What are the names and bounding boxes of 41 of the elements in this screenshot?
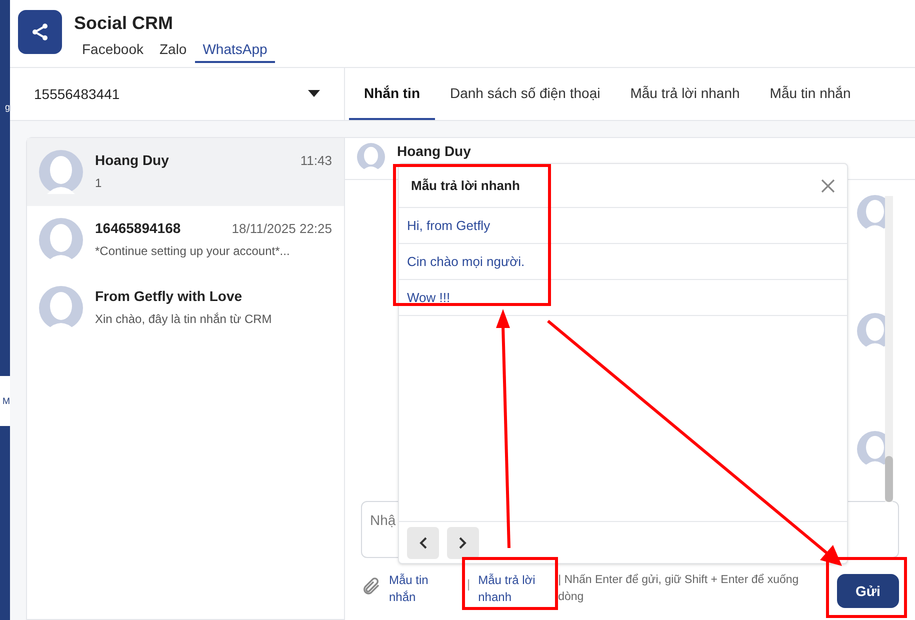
share-icon [30,22,50,42]
sidebar-item[interactable]: M [0,376,10,426]
quick-reply-item[interactable]: Cin chào mọi người. [399,244,847,280]
sidebar-item[interactable]: g [0,82,10,132]
app-title: Social CRM [74,12,174,35]
separator: | [467,576,470,593]
avatar-icon [39,150,83,194]
avatar-icon [39,286,83,330]
channel-tab[interactable]: WhatsApp [194,37,276,63]
message-preview: *Continue setting up your account*... [95,243,291,260]
channel-tab[interactable]: Zalo [151,37,195,63]
send-button[interactable]: Gửi [837,574,899,608]
quick-reply-item[interactable]: Hi, from Getfly [399,208,847,244]
caret-icon [308,90,320,98]
phone-select[interactable]: 15556483441 [10,68,345,120]
channel-tab[interactable]: Facebook [74,37,152,63]
contact-name: From Getfly with Love [95,287,242,306]
next-button[interactable] [447,526,479,558]
message-preview: 1 [95,175,103,192]
chevron-left-icon [419,536,427,548]
popup-title: Mẫu trả lời nhanh [411,176,520,195]
message-time: 11:43 [300,152,332,170]
conversation-item[interactable]: Hoang Duy 11:43 1 [27,138,344,206]
section-tab[interactable]: Mẫu trả lời nhanh [615,68,755,120]
quick-reply-link[interactable]: Mẫu trả lời nhanh [478,572,548,606]
close-icon[interactable] [821,178,835,192]
message-time: 18/11/2025 22:25 [232,220,332,238]
chat-contact-name: Hoang Duy [397,143,471,159]
message-preview: Xin chào, đây là tin nhắn từ CRM [95,311,273,328]
message-template-link[interactable]: Mẫu tin nhắn [389,572,441,606]
section-tab[interactable]: Mẫu tin nhắn [754,68,866,120]
section-tab[interactable]: Danh sách số điện thoại [435,68,616,120]
contact-name: 16465894168 [95,219,181,238]
contact-name: Hoang Duy [95,151,169,170]
send-hint: | Nhấn Enter để gửi, giữ Shift + Enter để xuống dòng [558,572,800,605]
previous-button[interactable] [407,526,439,558]
avatar-icon [39,218,83,262]
avatar-icon [357,143,385,171]
chevron-right-icon [459,536,467,548]
paperclip-icon[interactable] [361,576,381,596]
quick-reply-item[interactable]: Wow !!! [399,280,847,316]
